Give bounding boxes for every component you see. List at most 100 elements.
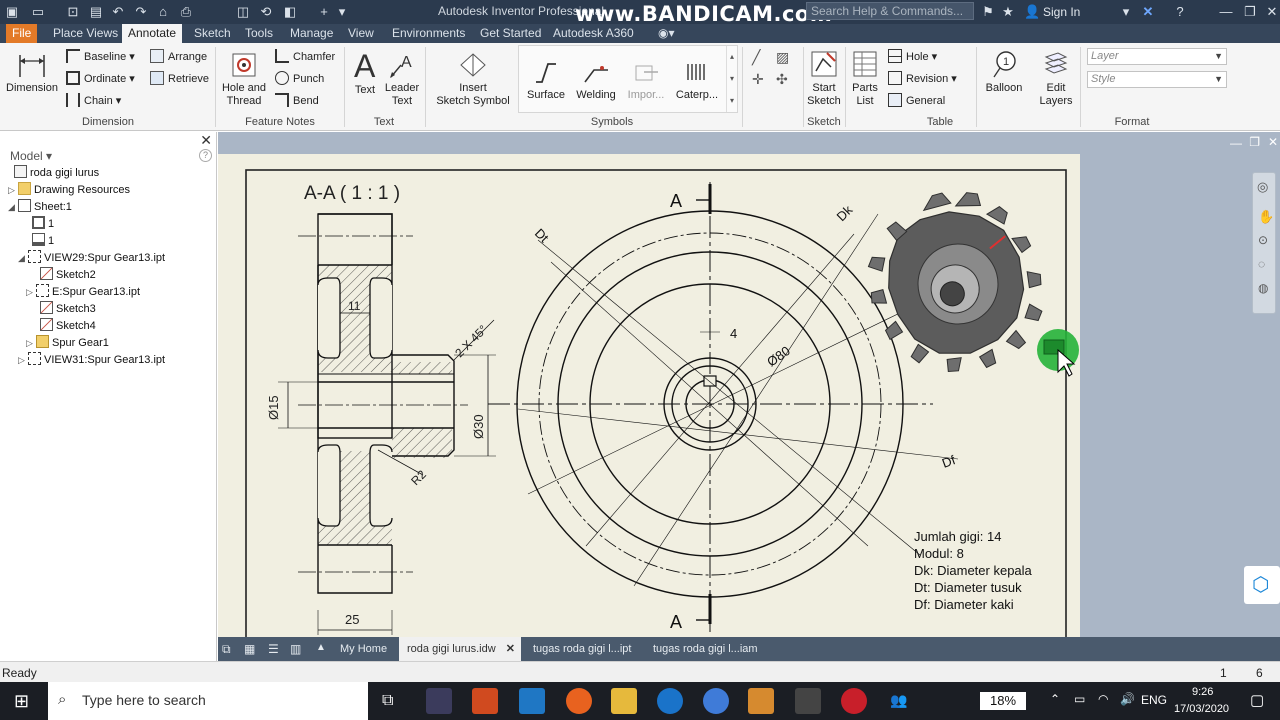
update-icon[interactable]: ⟲: [258, 4, 274, 20]
tree-item-drawing-resources[interactable]: ▷ Drawing Resources: [8, 182, 130, 198]
tree-item-spur-gear1[interactable]: ▷ Spur Gear1: [26, 335, 109, 351]
insert-sketch-symbol-button[interactable]: Insert Sketch Symbol: [432, 51, 514, 108]
help-search-input[interactable]: [807, 3, 973, 19]
wifi-icon[interactable]: ◠: [1098, 692, 1108, 706]
close-icon[interactable]: ✕: [1264, 4, 1280, 20]
caterpillar-button[interactable]: Caterp...: [673, 58, 721, 102]
text-button[interactable]: A Text: [348, 49, 382, 97]
browser-help-icon[interactable]: ?: [199, 149, 212, 162]
taskbar-search[interactable]: ⌕: [48, 682, 368, 720]
tab-view[interactable]: View: [342, 24, 380, 43]
file-explorer-icon[interactable]: [611, 688, 637, 714]
chamfer-button[interactable]: Chamfer: [275, 48, 335, 66]
tab-manage[interactable]: Manage: [284, 24, 339, 43]
expand-icon[interactable]: ▷: [8, 182, 18, 198]
zoom-icon[interactable]: ⊙: [1258, 233, 1268, 247]
tree-item-e-spur-gear[interactable]: ▷ E:Spur Gear13.ipt: [26, 284, 140, 300]
welding-button[interactable]: Welding: [573, 58, 619, 102]
balloon-button[interactable]: 1 Balloon: [982, 49, 1026, 95]
chain-button[interactable]: Chain ▾: [66, 92, 121, 110]
centermark-icon[interactable]: ✛: [752, 71, 764, 88]
hole-table-button[interactable]: Hole ▾: [888, 48, 937, 66]
vertical-icon[interactable]: ▥: [290, 642, 301, 656]
ordinate-button[interactable]: Ordinate ▾: [66, 70, 135, 88]
help-icon[interactable]: ?: [1172, 4, 1188, 20]
minimize-icon[interactable]: —: [1218, 4, 1234, 20]
tab-tugas-iam[interactable]: tugas roda gigi l...iam: [645, 637, 766, 661]
tab-list-icon[interactable]: ▲: [316, 642, 326, 653]
tree-item-sketch4[interactable]: Sketch4: [40, 318, 96, 334]
canvas-restore-icon[interactable]: ❐: [1249, 135, 1260, 149]
centerline-icon[interactable]: ✣: [776, 71, 788, 88]
hatch-icon[interactable]: ▨: [776, 49, 789, 66]
hole-thread-button[interactable]: Hole and Thread: [220, 51, 268, 108]
communication-icon[interactable]: ⚑: [980, 4, 996, 20]
start-sketch-button[interactable]: Start Sketch: [806, 49, 842, 108]
browser-header[interactable]: Model ▾: [10, 149, 52, 163]
taskbar-search-input[interactable]: [82, 692, 352, 708]
arrange-button[interactable]: Arrange: [150, 48, 207, 66]
network-icon[interactable]: ▭: [1074, 692, 1085, 706]
style-combo[interactable]: Style ▼: [1087, 71, 1227, 88]
close-browser-icon[interactable]: ✕: [200, 132, 212, 149]
collapse-icon[interactable]: ◢: [8, 199, 18, 215]
cascade-icon[interactable]: ⧉: [222, 642, 231, 657]
print-icon[interactable]: ⎙: [178, 4, 194, 20]
tree-item-sketch3[interactable]: Sketch3: [40, 301, 96, 317]
add-icon[interactable]: +: [316, 4, 332, 20]
battery-indicator[interactable]: 18%: [980, 692, 1026, 710]
tab-environments[interactable]: Environments: [386, 24, 471, 43]
mail-icon[interactable]: [519, 688, 545, 714]
edge-icon[interactable]: [657, 688, 683, 714]
surface-button[interactable]: Surface: [525, 58, 567, 102]
tree-item-sketch2[interactable]: Sketch2: [40, 267, 96, 283]
firefox-icon[interactable]: [566, 688, 592, 714]
task-view-icon[interactable]: ⧉: [382, 692, 393, 710]
canvas-close-icon[interactable]: ✕: [1268, 135, 1278, 149]
close-tab-icon[interactable]: ✕: [506, 637, 515, 661]
leader-line-icon[interactable]: ╱: [752, 49, 760, 66]
tab-roda-gigi-idw[interactable]: roda gigi lurus.idw ✕: [399, 637, 521, 661]
steering-wheel-icon[interactable]: ◎: [1257, 179, 1268, 195]
undo-icon[interactable]: ↶: [110, 4, 126, 20]
people-icon[interactable]: 👥: [890, 692, 907, 709]
horizontal-icon[interactable]: ☰: [268, 642, 279, 656]
look-at-icon[interactable]: ◍: [1258, 281, 1268, 295]
language-indicator[interactable]: ENG: [1141, 693, 1167, 707]
favorites-icon[interactable]: ★: [1000, 4, 1016, 20]
calculator-icon[interactable]: [795, 688, 821, 714]
expand-icon[interactable]: ▷: [18, 352, 28, 368]
baseline-button[interactable]: Baseline ▾: [66, 48, 135, 66]
orbit-icon[interactable]: ◌: [1258, 257, 1265, 271]
layer-combo[interactable]: Layer ▼: [1087, 48, 1227, 65]
tree-item-view31[interactable]: ▷ VIEW31:Spur Gear13.ipt: [18, 352, 165, 368]
tree-item-border[interactable]: 1: [32, 216, 54, 232]
gallery-scroll[interactable]: ▴ ▾ ▾: [726, 46, 737, 112]
measure-icon[interactable]: ◫: [235, 4, 251, 20]
canvas-minimize-icon[interactable]: —: [1230, 136, 1242, 150]
volume-icon[interactable]: 🔊: [1120, 692, 1135, 706]
tab-place-views[interactable]: Place Views: [47, 24, 124, 43]
notifications-icon[interactable]: ▢: [1250, 691, 1264, 709]
open-icon[interactable]: ⊡: [65, 4, 81, 20]
clock-time[interactable]: 9:26: [1192, 686, 1213, 698]
show-hidden-icon[interactable]: ⌃: [1050, 692, 1060, 706]
calendar-app-icon[interactable]: [426, 688, 452, 714]
restore-icon[interactable]: ❐: [1242, 4, 1258, 20]
app-logo-icon[interactable]: ▣: [4, 4, 20, 20]
general-table-button[interactable]: General: [888, 92, 945, 110]
tree-item-title-block[interactable]: 1: [32, 233, 54, 249]
home-icon[interactable]: ⌂: [155, 4, 171, 20]
tab-annotate[interactable]: Annotate: [122, 24, 183, 43]
punch-button[interactable]: Punch: [275, 70, 324, 88]
bend-button[interactable]: Bend: [275, 92, 319, 110]
pan-icon[interactable]: ✋: [1258, 209, 1274, 225]
clock-date[interactable]: 17/03/2020: [1174, 703, 1229, 715]
import-button[interactable]: Impor...: [623, 58, 669, 102]
collapse-icon[interactable]: ◢: [18, 250, 28, 266]
tab-my-home[interactable]: My Home: [332, 637, 395, 661]
media-app-icon[interactable]: [472, 688, 498, 714]
exchange-icon[interactable]: ✕: [1140, 4, 1156, 20]
appearance-icon[interactable]: ◧: [282, 4, 298, 20]
windows-start-icon[interactable]: ⊞: [14, 691, 29, 712]
